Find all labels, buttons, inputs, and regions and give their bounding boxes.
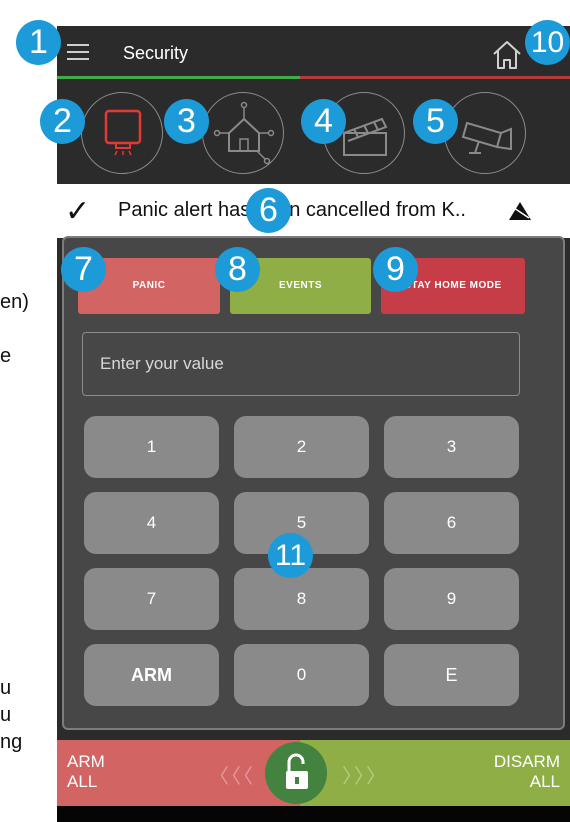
key-e[interactable]: E [384,644,519,706]
key-8[interactable]: 8 [234,568,369,630]
arm-all-label: ARM ALL [67,752,105,791]
check-icon: ✓ [65,194,91,229]
side-fragment: u [0,704,12,726]
notification-message: Panic alert has been cancelled from K.. [118,199,466,221]
smart-home-button[interactable] [202,92,284,174]
callout-marker: 3 [164,99,209,144]
unlock-icon [286,753,308,789]
home-icon[interactable] [490,38,524,72]
warning-triangle-icon[interactable] [507,200,533,227]
callout-marker: 6 [246,188,291,233]
bottom-edge [57,806,570,822]
key-arm[interactable]: ARM [84,644,219,706]
key-3[interactable]: 3 [384,416,519,478]
side-fragment: en) [0,291,29,313]
side-fragment: u [0,677,12,699]
keypad-panel: PANIC EVENTS STAY HOME MODE Enter your v… [62,236,565,730]
screenshot: en) e u u ng Security ✓ Panic alert has … [0,0,570,822]
callout-marker: 2 [40,99,85,144]
arm-disarm-slider[interactable]: ARM ALL 〈〈〈 DISARM ALL 〉〉〉 [57,740,570,806]
callout-marker: 9 [373,247,418,292]
security-camera-icon [461,121,512,154]
key-6[interactable]: 6 [384,492,519,554]
page-title: Security [123,43,189,63]
key-2[interactable]: 2 [234,416,369,478]
callout-marker: 1 [16,20,61,65]
key-7[interactable]: 7 [84,568,219,630]
key-9[interactable]: 9 [384,568,519,630]
disarm-all-zone[interactable]: DISARM ALL [300,740,570,806]
slider-knob[interactable] [265,742,327,804]
smart-home-icon [213,101,275,165]
callout-marker: 5 [413,99,458,144]
callout-marker: 10 [525,20,570,65]
side-fragment: e [0,345,12,367]
chevron-left-icon: 〈〈〈 [209,766,255,788]
code-input[interactable]: Enter your value [82,332,520,396]
callout-marker: 11 [268,533,313,578]
tab-indicator-green [57,76,300,79]
arm-all-zone[interactable]: ARM ALL 〈〈〈 [57,740,300,806]
chevron-right-icon: 〉〉〉 [342,766,388,788]
callout-marker: 4 [301,99,346,144]
callout-marker: 7 [61,247,106,292]
disarm-all-label: DISARM ALL [493,752,560,791]
app-screen: Security ✓ Panic alert has been cancelle… [57,26,570,822]
key-1[interactable]: 1 [84,416,219,478]
key-0[interactable]: 0 [234,644,369,706]
alarm-panel-button[interactable] [81,92,163,174]
hamburger-menu-icon[interactable] [67,44,89,62]
tab-indicator-red [300,76,570,79]
side-fragment: ng [0,731,23,753]
alarm-panel-icon [104,109,142,156]
callout-marker: 8 [215,247,260,292]
notification-bar[interactable]: ✓ Panic alert has been cancelled from K.… [57,184,570,238]
top-bar: Security [57,26,570,80]
key-4[interactable]: 4 [84,492,219,554]
cameras-button[interactable] [444,92,526,174]
